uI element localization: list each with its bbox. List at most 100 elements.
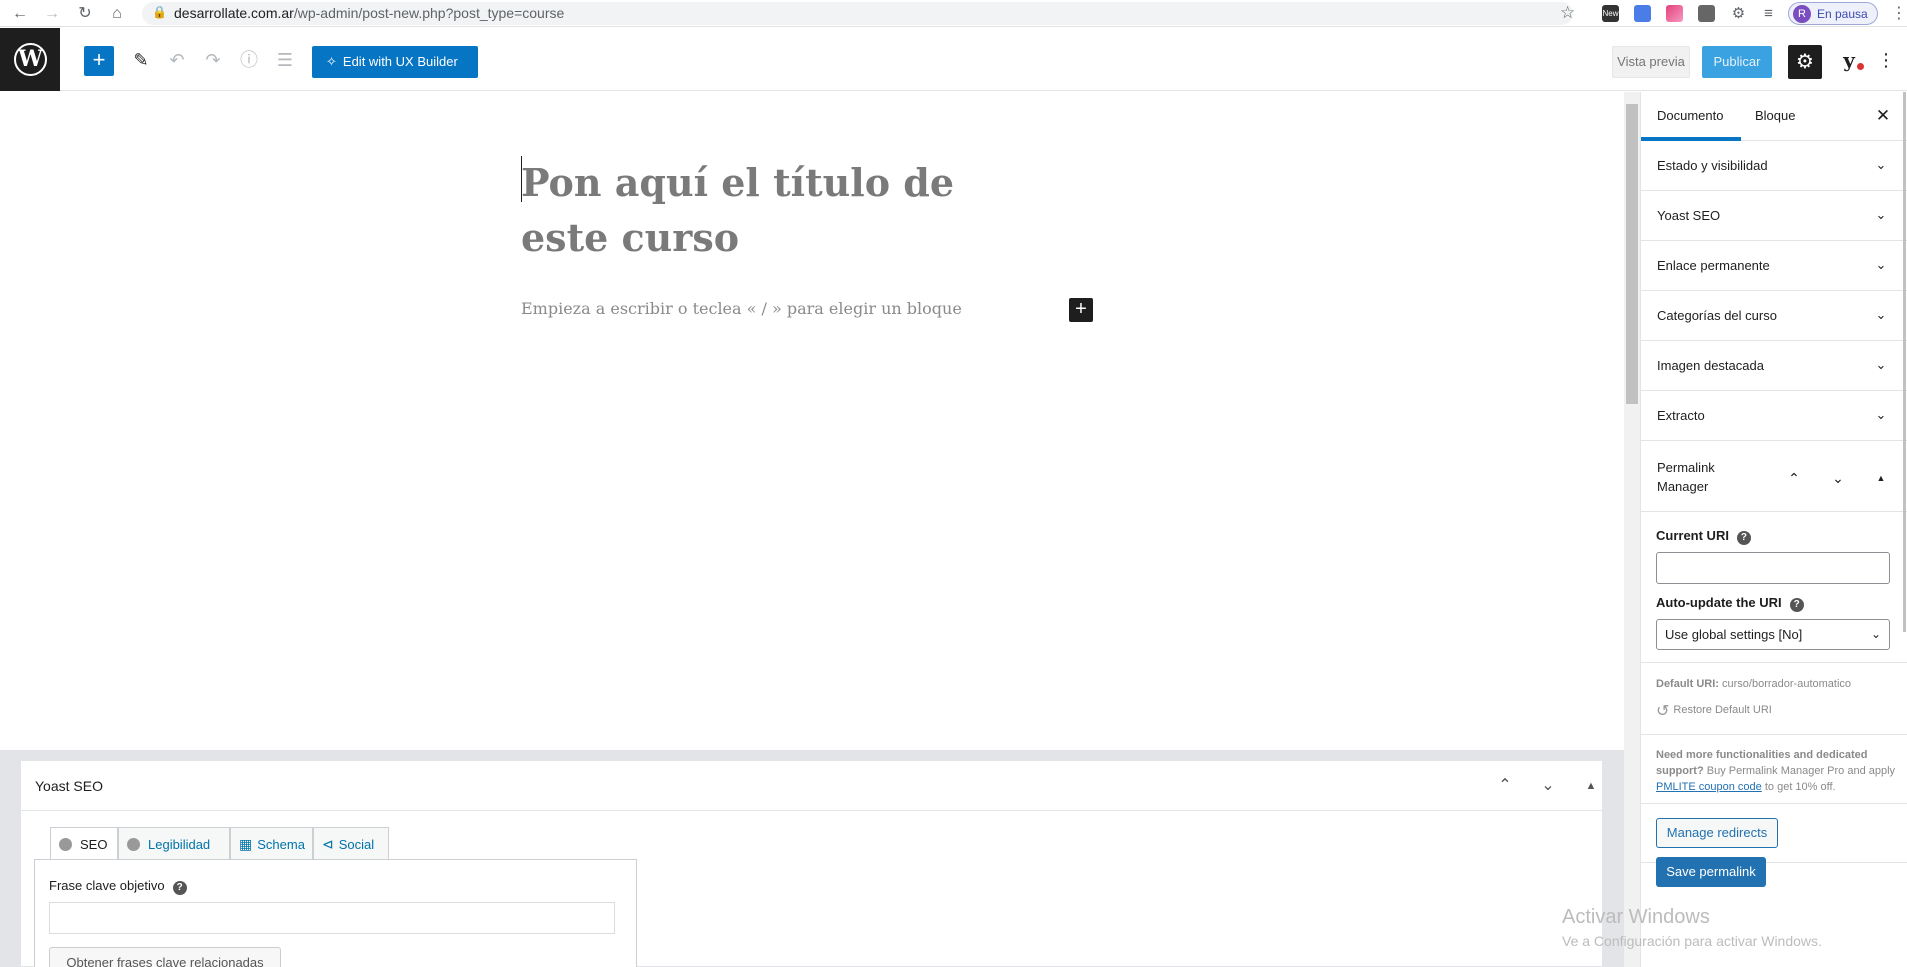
divider bbox=[1641, 803, 1907, 804]
save-permalink-button[interactable]: Save permalink bbox=[1656, 857, 1766, 887]
outline-icon[interactable]: ☰ bbox=[271, 46, 299, 74]
tab-social[interactable]: ⊲ Social bbox=[313, 827, 389, 860]
sidebar-scrollbar-thumb[interactable] bbox=[1903, 92, 1906, 632]
current-uri-label-text: Current URI bbox=[1656, 528, 1729, 543]
chevron-down-icon: ⌄ bbox=[1875, 407, 1887, 422]
tab-legibilidad[interactable]: Legibilidad bbox=[118, 827, 230, 860]
tab-schema-label: Schema bbox=[257, 837, 305, 852]
wordpress-logo-icon: W bbox=[14, 43, 47, 76]
extension-new-label: New bbox=[1602, 9, 1619, 18]
panel-title: Enlace permanente bbox=[1657, 258, 1770, 273]
default-block-appender[interactable]: Empieza a escribir o teclea « / » para e… bbox=[521, 299, 962, 318]
more-options-icon[interactable]: ⋮ bbox=[1876, 46, 1896, 76]
promo-text: Buy Permalink Manager Pro and apply bbox=[1706, 765, 1896, 777]
edit-with-ux-builder-button[interactable]: ✧ Edit with UX Builder bbox=[312, 46, 478, 78]
panel-title: Estado y visibilidad bbox=[1657, 158, 1768, 173]
extension-pink-icon[interactable] bbox=[1666, 5, 1683, 22]
move-up-chevron-icon[interactable]: ⌃ bbox=[1782, 466, 1806, 490]
pro-promo-text: Need more functionalities and dedicated … bbox=[1656, 747, 1896, 795]
publish-button[interactable]: Publicar bbox=[1702, 46, 1772, 78]
chevron-down-icon: ⌄ bbox=[1875, 357, 1887, 372]
panel-imagen-destacada[interactable]: Imagen destacada ⌄ bbox=[1641, 341, 1907, 391]
extension-gray-icon[interactable] bbox=[1698, 5, 1715, 22]
wordpress-logo[interactable]: W bbox=[0, 28, 60, 91]
pmlite-coupon-link[interactable]: PMLITE coupon code bbox=[1656, 781, 1762, 793]
permalink-manager-body: Current URI? Auto-update the URI? Use gl… bbox=[1641, 512, 1907, 967]
windows-activation-subtitle: Ve a Configuración para activar Windows. bbox=[1562, 933, 1822, 949]
editor-scrollbar-thumb[interactable] bbox=[1626, 104, 1638, 404]
panel-title: Extracto bbox=[1657, 408, 1705, 423]
restore-default-uri-label: Restore Default URI bbox=[1673, 704, 1772, 716]
sidebar-tabs: Documento Bloque ✕ bbox=[1641, 92, 1907, 141]
reading-list-icon[interactable]: ≡ bbox=[1760, 5, 1777, 22]
auto-update-uri-selected: Use global settings [No] bbox=[1665, 627, 1803, 642]
settings-gear-icon[interactable]: ⚙ bbox=[1788, 45, 1822, 79]
manage-redirects-button[interactable]: Manage redirects bbox=[1656, 818, 1778, 848]
reload-icon[interactable]: ↻ bbox=[75, 4, 95, 24]
ux-builder-label: Edit with UX Builder bbox=[342, 54, 458, 69]
tab-documento[interactable]: Documento bbox=[1657, 108, 1723, 123]
post-title-input[interactable]: Pon aquí el título de este curso bbox=[521, 155, 1041, 265]
restore-default-uri-button[interactable]: ↺ Restore Default URI bbox=[1656, 701, 1772, 721]
preview-button[interactable]: Vista previa bbox=[1612, 46, 1690, 78]
redo-icon[interactable]: ↷ bbox=[199, 46, 227, 74]
edit-pencil-icon[interactable]: ✎ bbox=[127, 46, 155, 74]
info-icon[interactable]: ⓘ bbox=[235, 46, 263, 74]
move-down-chevron-icon[interactable]: ⌄ bbox=[1534, 773, 1562, 799]
seo-score-bullet-icon bbox=[59, 838, 72, 851]
help-question-icon[interactable]: ? bbox=[1789, 598, 1804, 612]
tab-seo[interactable]: SEO bbox=[50, 827, 118, 861]
panel-yoast-seo[interactable]: Yoast SEO ⌄ bbox=[1641, 191, 1907, 241]
yoast-metabox-title: Yoast SEO bbox=[35, 778, 103, 794]
yoast-icon[interactable]: y bbox=[1834, 46, 1864, 76]
divider bbox=[1641, 662, 1907, 663]
close-icon[interactable]: ✕ bbox=[1869, 102, 1897, 130]
profile-button[interactable]: R En pausa bbox=[1788, 2, 1878, 25]
home-icon[interactable]: ⌂ bbox=[107, 4, 127, 24]
permalink-manager-header[interactable]: Permalink Manager ⌃ ⌄ ▲ bbox=[1641, 446, 1907, 512]
back-arrow-icon[interactable]: ← bbox=[10, 4, 30, 24]
panel-enlace-permanente[interactable]: Enlace permanente ⌄ bbox=[1641, 241, 1907, 291]
focus-keyphrase-input[interactable] bbox=[49, 902, 615, 934]
forward-arrow-icon[interactable]: → bbox=[42, 4, 62, 24]
help-question-icon[interactable]: ? bbox=[1736, 531, 1751, 545]
move-down-chevron-icon[interactable]: ⌄ bbox=[1826, 466, 1850, 490]
bookmark-star-icon[interactable]: ☆ bbox=[1560, 3, 1575, 23]
undo-icon[interactable]: ↶ bbox=[163, 46, 191, 74]
current-uri-input[interactable] bbox=[1656, 552, 1890, 584]
tab-schema[interactable]: ▦ Schema bbox=[230, 827, 313, 860]
focus-keyphrase-label: Frase clave objetivo? bbox=[49, 878, 187, 895]
tab-social-label: Social bbox=[338, 837, 375, 852]
add-block-plus-icon[interactable]: + bbox=[1069, 298, 1093, 322]
panel-estado-visibilidad[interactable]: Estado y visibilidad ⌄ bbox=[1641, 141, 1907, 191]
promo-tail: to get 10% off. bbox=[1764, 781, 1836, 793]
yoast-metabox-header[interactable]: Yoast SEO ⌃ ⌄ ▲ bbox=[21, 761, 1602, 811]
browser-menu-icon[interactable]: ⋮ bbox=[1891, 3, 1907, 23]
editor-canvas[interactable]: Pon aquí el título de este curso Empieza… bbox=[0, 92, 1624, 750]
share-icon: ⊲ bbox=[322, 836, 334, 852]
chevron-down-icon: ⌄ bbox=[1875, 307, 1887, 322]
extensions-puzzle-icon[interactable]: ⚙ bbox=[1730, 5, 1747, 22]
schema-grid-icon: ▦ bbox=[239, 836, 253, 852]
chevron-down-icon: ⌄ bbox=[1870, 627, 1881, 641]
collapse-triangle-icon[interactable]: ▲ bbox=[1577, 773, 1605, 799]
move-up-chevron-icon[interactable]: ⌃ bbox=[1491, 773, 1519, 799]
panel-extracto[interactable]: Extracto ⌄ bbox=[1641, 391, 1907, 441]
permalink-manager-title: Permalink Manager bbox=[1657, 460, 1715, 494]
tab-legibilidad-label: Legibilidad bbox=[148, 837, 211, 852]
focus-keyphrase-label-text: Frase clave objetivo bbox=[49, 878, 165, 893]
help-question-icon[interactable]: ? bbox=[172, 881, 187, 895]
panel-categorias-curso[interactable]: Categorías del curso ⌄ bbox=[1641, 291, 1907, 341]
block-inserter-button[interactable]: + bbox=[84, 46, 114, 76]
extension-blue-icon[interactable] bbox=[1634, 5, 1651, 22]
panel-title: Categorías del curso bbox=[1657, 308, 1777, 323]
extension-new-icon[interactable]: New bbox=[1602, 5, 1619, 22]
default-uri-value: curso/borrador-automatico bbox=[1722, 678, 1852, 690]
address-url[interactable]: desarrollate.com.ar/wp-admin/post-new.ph… bbox=[174, 5, 564, 21]
get-related-keyphrases-button[interactable]: Obtener frases clave relacionadas bbox=[49, 947, 281, 967]
restore-icon: ↺ bbox=[1656, 703, 1670, 720]
auto-update-uri-label-text: Auto-update the URI bbox=[1656, 595, 1782, 610]
collapse-triangle-icon[interactable]: ▲ bbox=[1869, 466, 1893, 490]
auto-update-uri-select[interactable]: Use global settings [No] ⌄ bbox=[1656, 619, 1890, 650]
tab-bloque[interactable]: Bloque bbox=[1755, 108, 1795, 123]
